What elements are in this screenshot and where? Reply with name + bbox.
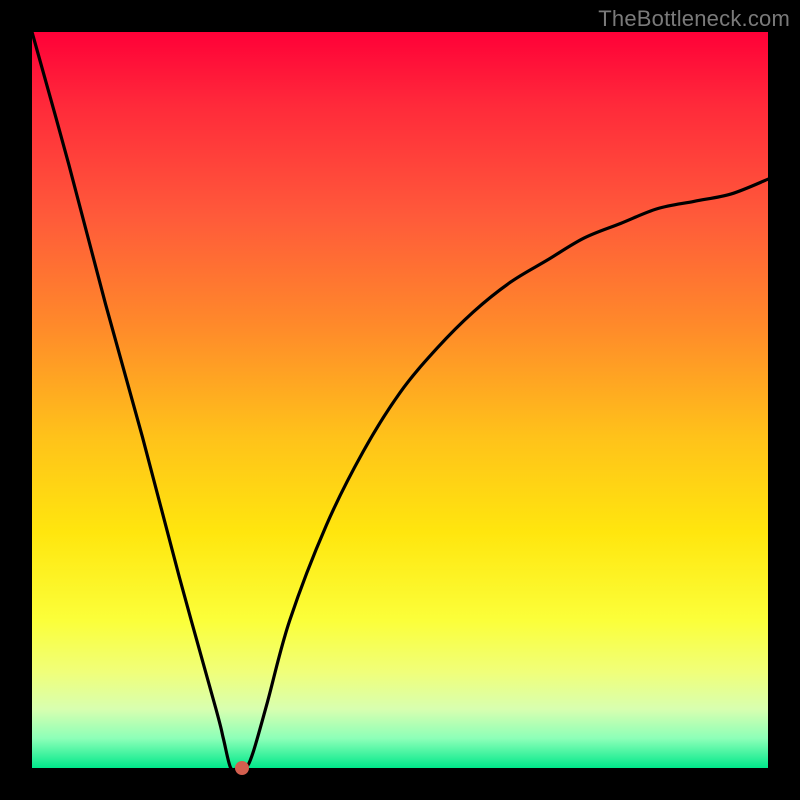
bottleneck-curve <box>32 32 768 768</box>
chart-area <box>32 32 768 768</box>
optimal-point-marker <box>235 761 249 775</box>
watermark-text: TheBottleneck.com <box>598 6 790 32</box>
